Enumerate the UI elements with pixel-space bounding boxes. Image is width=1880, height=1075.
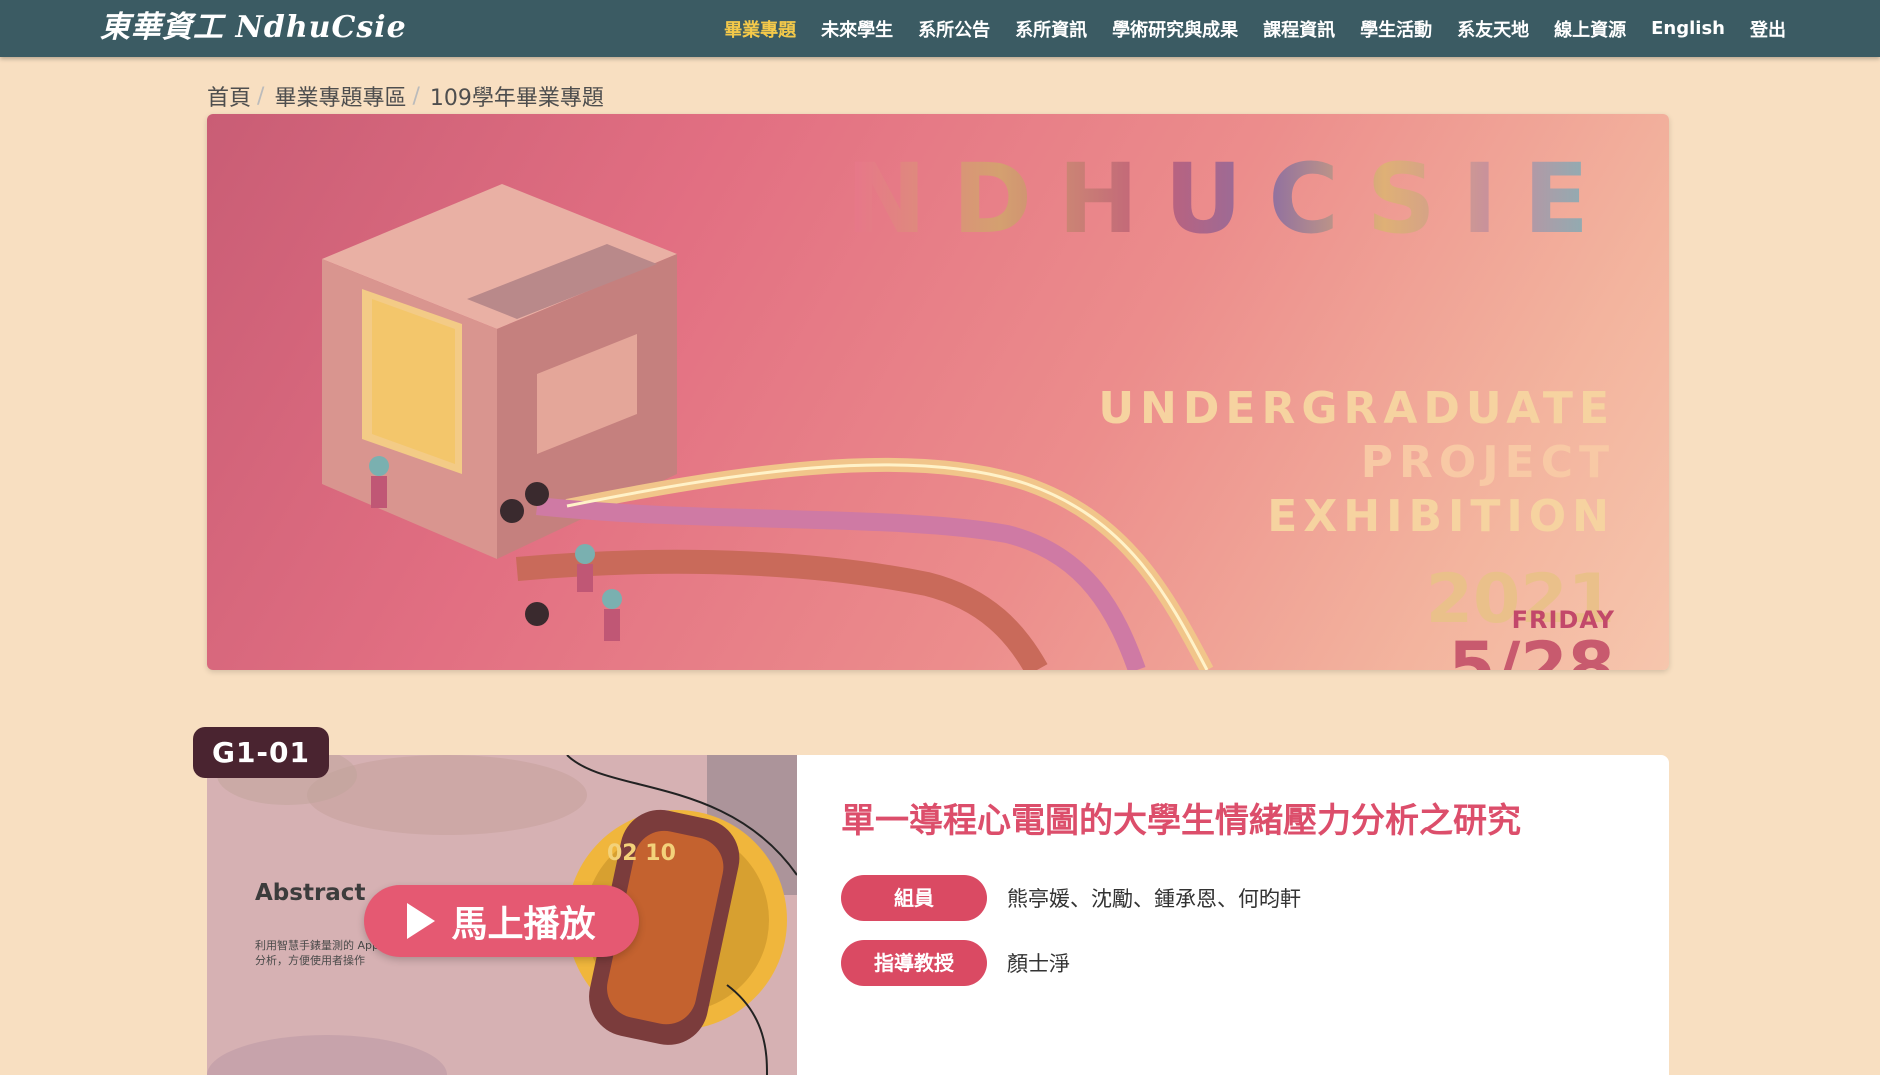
members-row: 組員 熊亭媛、沈勵、鍾承恩、何昀軒 [841, 875, 1301, 921]
hero-weekday: FRIDAY [1511, 606, 1615, 634]
breadcrumb-current: 109學年畢業專題 [429, 86, 604, 111]
breadcrumb-home[interactable]: 首頁 [207, 80, 251, 112]
project-title[interactable]: 單一導程心電圖的大學生情緒壓力分析之研究 [841, 793, 1521, 842]
nav-item-alumni[interactable]: 系友天地 [1457, 16, 1529, 42]
hero-title: NDHUCSIE [846, 143, 1615, 255]
top-navbar: 東華資工 NdhuCsie 畢業專題 未來學生 系所公告 系所資訊 學術研究與成… [0, 0, 1880, 57]
nav-item-research[interactable]: 學術研究與成果 [1112, 16, 1238, 42]
breadcrumb: 首頁 / 畢業專題專區 / 109學年畢業專題 [207, 80, 604, 112]
nav-item-courses[interactable]: 課程資訊 [1263, 16, 1335, 42]
breadcrumb-project-zone[interactable]: 畢業專題專區 [274, 80, 406, 112]
nav-item-english[interactable]: English [1651, 18, 1725, 39]
members-label: 組員 [841, 875, 987, 921]
advisor-row: 指導教授 顏士淨 [841, 940, 1070, 986]
members-value: 熊亭媛、沈勵、鍾承恩、何昀軒 [1007, 887, 1301, 911]
play-icon [407, 903, 436, 939]
nav-item-graduation-projects[interactable]: 畢業專題 [724, 16, 796, 42]
project-thumbnail[interactable]: 02 10 Abstract 利用智慧手錶量測的 App，以簡易的方式進行壓力分… [207, 755, 797, 1075]
watch-digits: 02 10 [607, 841, 676, 866]
advisor-label: 指導教授 [841, 940, 987, 986]
hero-subtitle-line: PROJECT [1360, 437, 1615, 488]
nav-item-department-info[interactable]: 系所資訊 [1015, 16, 1087, 42]
main-nav: 畢業專題 未來學生 系所公告 系所資訊 學術研究與成果 課程資訊 學生活動 系友… [699, 0, 1786, 57]
hero-subtitle-line: EXHIBITION [1267, 491, 1615, 542]
hero-subtitle: UNDERGRADUATE PROJECT EXHIBITION [1098, 382, 1615, 544]
nav-item-announcements[interactable]: 系所公告 [918, 16, 990, 42]
site-logo[interactable]: 東華資工 NdhuCsie [100, 8, 407, 48]
breadcrumb-separator: / [412, 83, 420, 109]
hero-day-month: 5/28 [1448, 628, 1615, 671]
abstract-title: Abstract [255, 880, 366, 906]
nav-item-logout[interactable]: 登出 [1750, 16, 1786, 42]
project-code-badge: G1-01 [193, 727, 329, 778]
hero-banner: NDHUCSIE UNDERGRADUATE PROJECT EXHIBITIO… [207, 114, 1669, 670]
advisor-value: 顏士淨 [1007, 952, 1070, 976]
nav-item-student-activities[interactable]: 學生活動 [1360, 16, 1432, 42]
hero-subtitle-line: UNDERGRADUATE [1098, 383, 1615, 434]
play-button-label: 馬上播放 [451, 904, 596, 945]
breadcrumb-separator: / [257, 83, 265, 109]
nav-item-online-resources[interactable]: 線上資源 [1554, 16, 1626, 42]
project-card: 02 10 Abstract 利用智慧手錶量測的 App，以簡易的方式進行壓力分… [207, 755, 1669, 1075]
nav-item-future-students[interactable]: 未來學生 [821, 16, 893, 42]
play-now-button[interactable]: 馬上播放 [364, 885, 639, 957]
